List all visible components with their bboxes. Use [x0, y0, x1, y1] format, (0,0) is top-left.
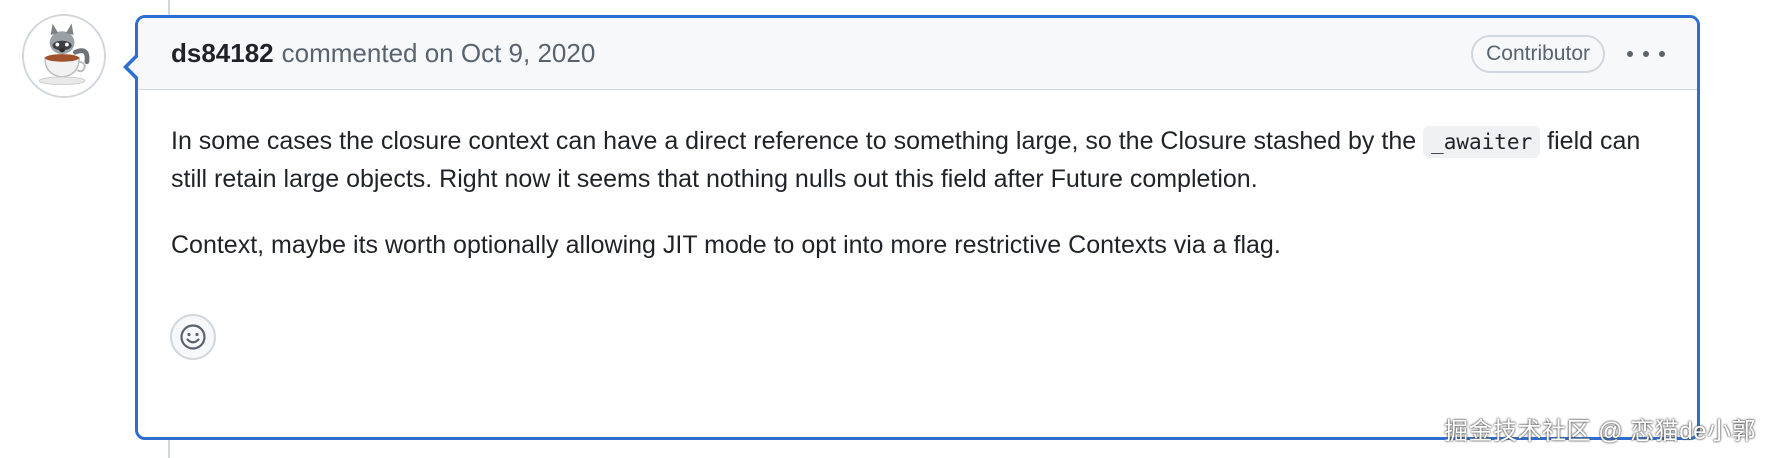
- author-link[interactable]: ds84182: [171, 38, 274, 69]
- comment-paragraph: Context, maybe its worth optionally allo…: [171, 231, 1281, 259]
- comment-body: In some cases the closure context can ha…: [138, 90, 1697, 264]
- issue-timeline: ds84182 commented on Oct 9, 2020 Contrib…: [0, 0, 1772, 458]
- comment-card: ds84182 commented on Oct 9, 2020 Contrib…: [123, 15, 1700, 440]
- raccoon-avatar-icon: [24, 16, 104, 96]
- comment-timestamp[interactable]: commented on Oct 9, 2020: [282, 38, 596, 69]
- inline-code: _awaiter: [1423, 126, 1541, 158]
- role-badge: Contributor: [1471, 34, 1605, 73]
- smiley-icon: [180, 324, 206, 350]
- avatar[interactable]: [22, 14, 106, 98]
- watermark: 掘金技术社区 @ 恋猫de小郭: [1444, 418, 1756, 445]
- comment-paragraph: In some cases the closure context can ha…: [171, 126, 1641, 193]
- kebab-horizontal-icon[interactable]: [1627, 39, 1665, 69]
- comment-header: ds84182 commented on Oct 9, 2020 Contrib…: [138, 18, 1697, 90]
- add-reaction-button[interactable]: [170, 314, 216, 360]
